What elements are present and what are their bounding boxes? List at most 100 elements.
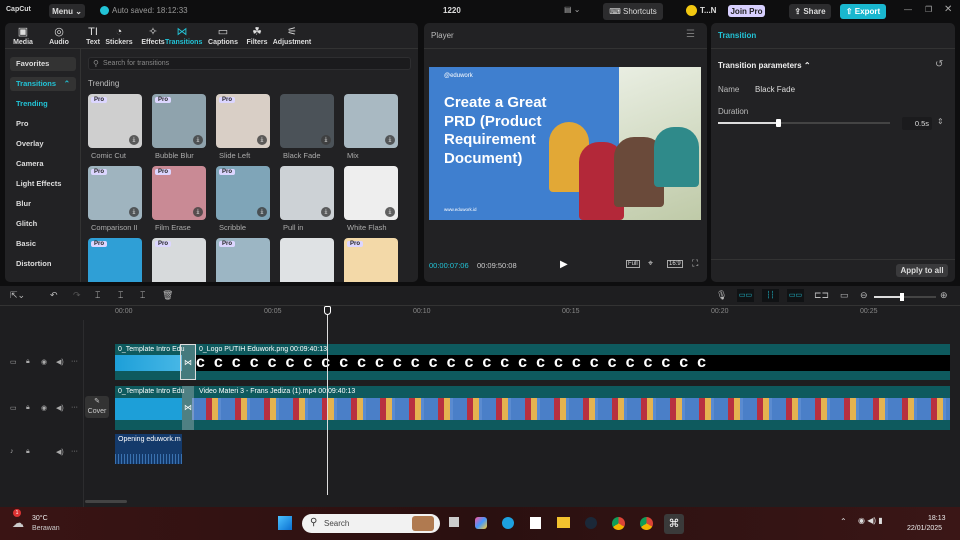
clip-video[interactable] (192, 398, 950, 420)
clock-time[interactable]: 18:13 (928, 515, 946, 522)
preview-axis-icon[interactable]: ⊏⊐ (814, 290, 829, 301)
playhead-handle[interactable] (324, 306, 331, 315)
sidebar-item-glitch[interactable]: Glitch (10, 217, 76, 231)
share-button[interactable]: ⇪ Share (789, 4, 831, 19)
volume-icon[interactable]: ◀) (56, 404, 64, 412)
transition-thumbnail[interactable]: ⤓ (280, 166, 334, 220)
tab-media[interactable]: ▣ Media (6, 26, 40, 46)
split-icon[interactable]: ⌶ (95, 290, 100, 301)
transition-marker[interactable]: ⋈ (180, 344, 196, 380)
sidebar-item-light-effects[interactable]: Light Effects (10, 177, 76, 191)
transition-thumbnail[interactable]: Pro (344, 238, 398, 282)
transition-thumbnail[interactable]: Pro ⤓ (152, 94, 206, 148)
sidebar-item-trending[interactable]: Trending (10, 97, 76, 111)
download-icon[interactable]: ⤓ (193, 207, 203, 217)
tab-filters[interactable]: ☘ Filters (240, 26, 274, 46)
download-icon[interactable]: ⤓ (129, 207, 139, 217)
clip-title[interactable]: 0_Template Intro Edu (115, 345, 185, 355)
export-button[interactable]: ⇧ Export (840, 4, 886, 19)
menu-icon[interactable]: ☰ (686, 29, 695, 40)
sidebar-item-overlay[interactable]: Overlay (10, 137, 76, 151)
split-right-icon[interactable]: ⌶ (140, 290, 145, 301)
cover-button[interactable]: ✎ Cover (85, 396, 109, 418)
transition-thumbnail[interactable]: ⤓ (280, 94, 334, 148)
section-header[interactable]: Transition parameters ⌃ (718, 61, 811, 70)
project-name[interactable]: 1220 (443, 6, 461, 15)
tray-chevron-icon[interactable]: ⌃ (840, 517, 847, 526)
tab-transitions[interactable]: ⋈ Transitions (165, 26, 202, 46)
tab-captions[interactable]: ▭ Captions (206, 26, 240, 46)
select-tool-icon[interactable]: ⇱⌄ (10, 290, 25, 301)
more-icon[interactable]: ··· (71, 358, 78, 365)
user-name[interactable]: T...N (700, 6, 716, 15)
more-icon[interactable]: ··· (71, 448, 78, 455)
redo-icon[interactable]: ↷ (73, 290, 81, 301)
clip-intro[interactable] (115, 355, 182, 371)
download-icon[interactable]: ⤓ (385, 207, 395, 217)
store-icon[interactable] (530, 517, 541, 529)
clip-intro[interactable] (115, 398, 182, 420)
volume-icon[interactable]: ◀) (56, 358, 64, 366)
avatar[interactable] (686, 5, 697, 16)
search-input[interactable]: ⚲ Search for transitions (88, 57, 411, 70)
tab-adjustment[interactable]: ⚟ Adjustment (270, 26, 314, 46)
download-icon[interactable]: ⤓ (321, 207, 331, 217)
fullscreen-icon[interactable]: ⛶ (692, 258, 698, 269)
more-icon[interactable]: ··· (71, 404, 78, 411)
menu-button[interactable]: Menu ⌄ (49, 4, 85, 18)
chrome-icon[interactable] (640, 517, 653, 530)
undo-icon[interactable]: ↶ (50, 290, 58, 301)
transition-thumbnail[interactable] (280, 238, 334, 282)
zoom-slider[interactable] (874, 293, 936, 301)
transition-thumbnail[interactable]: Pro (152, 238, 206, 282)
transition-marker[interactable]: ⋈ (182, 386, 194, 430)
sidebar-transitions[interactable]: Transitions ⌃ (10, 77, 76, 91)
weather-icon[interactable]: ☁ (12, 516, 24, 530)
sidebar-item-camera[interactable]: Camera (10, 157, 76, 171)
download-icon[interactable]: ⤓ (321, 135, 331, 145)
zoom-in-icon[interactable]: ⊕ (940, 290, 948, 301)
transition-thumbnail[interactable]: Pro ⤓ (216, 94, 270, 148)
transition-thumbnail[interactable]: Pro (216, 238, 270, 282)
chrome-icon[interactable] (612, 517, 625, 530)
sidebar-item-basic[interactable]: Basic (10, 237, 76, 251)
task-view-icon[interactable] (449, 517, 459, 527)
audio-clip[interactable]: Opening eduwork.m (115, 434, 182, 464)
slider-handle[interactable] (776, 119, 782, 127)
delete-icon[interactable]: 🗑 (162, 290, 173, 301)
clip-title[interactable]: Video Materi 3 - Frans Jediza (1).mp4 00… (196, 387, 496, 397)
apply-to-all-button[interactable]: Apply to all (896, 264, 948, 277)
start-icon[interactable] (278, 516, 292, 530)
shortcuts-button[interactable]: ⌨ Shortcuts (603, 3, 663, 20)
auto-snap-icon[interactable]: ┆┆ (762, 289, 779, 302)
stepper-icon[interactable]: ⇕ (937, 117, 944, 126)
transition-thumbnail[interactable]: Pro ⤓ (152, 166, 206, 220)
playhead[interactable] (327, 307, 328, 495)
crop-icon[interactable]: ⌖ (648, 258, 653, 269)
clip-logo[interactable]: ccccccccccccccccccccccccccccc (196, 355, 950, 371)
file-explorer-icon[interactable] (557, 517, 570, 528)
close-button[interactable]: ✕ (944, 4, 952, 15)
slider-handle[interactable] (899, 293, 904, 301)
clip-title[interactable]: 0_Template Intro Edu (115, 387, 185, 397)
clip-title[interactable]: 0_Logo PUTIH Eduwork.png 00:09:40:13 (196, 345, 496, 355)
linkage-icon[interactable]: ▭▭ (787, 289, 804, 302)
horizontal-scrollbar[interactable] (85, 500, 127, 503)
zoom-out-icon[interactable]: ⊖ (860, 290, 868, 301)
sidebar-favorites[interactable]: Favorites (10, 57, 76, 71)
join-pro-button[interactable]: Join Pro (728, 5, 765, 17)
download-icon[interactable]: ⤓ (257, 135, 267, 145)
transition-thumbnail[interactable]: ⤓ (344, 94, 398, 148)
transition-thumbnail[interactable]: ⤓ (344, 166, 398, 220)
duration-slider[interactable] (718, 119, 890, 127)
volume-icon[interactable]: ◀) (56, 448, 64, 456)
reset-icon[interactable]: ↺ (935, 59, 943, 70)
main-track-magnet-icon[interactable]: ▭▭ (737, 289, 754, 302)
download-icon[interactable]: ⤓ (129, 135, 139, 145)
duration-input[interactable]: 0.5s (902, 117, 932, 130)
thumbnail-icon[interactable]: ▭ (840, 290, 849, 301)
lock-icon[interactable]: 🔒︎ (26, 358, 30, 366)
download-icon[interactable]: ⤓ (385, 135, 395, 145)
copilot-icon[interactable] (475, 517, 487, 529)
microphone-icon[interactable]: 🎙 (716, 290, 727, 301)
